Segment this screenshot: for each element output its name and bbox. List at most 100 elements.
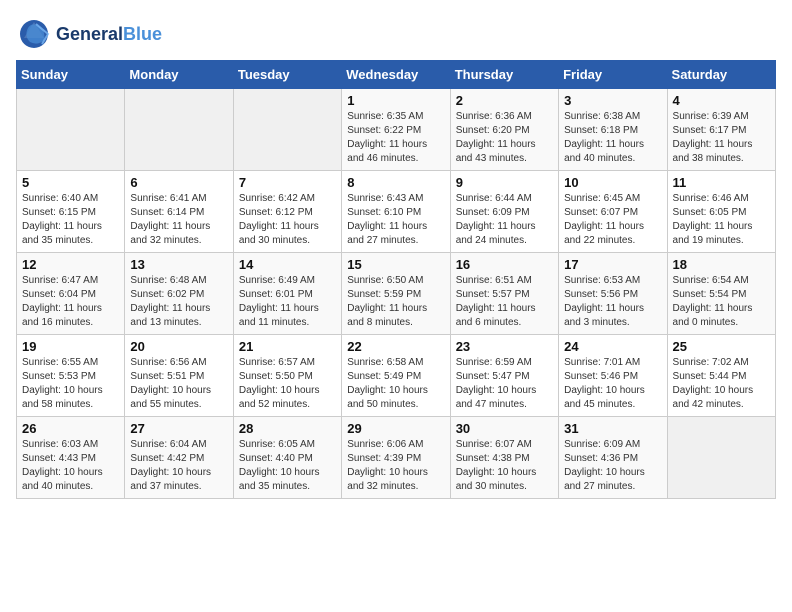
calendar-cell: 14Sunrise: 6:49 AM Sunset: 6:01 PM Dayli… — [233, 253, 341, 335]
weekday-header-row: SundayMondayTuesdayWednesdayThursdayFrid… — [17, 61, 776, 89]
day-number: 5 — [22, 175, 119, 190]
day-info: Sunrise: 6:42 AM Sunset: 6:12 PM Dayligh… — [239, 192, 336, 248]
day-number: 8 — [347, 175, 444, 190]
calendar-cell: 3 Sunrise: 6:38 AM Sunset: 6:18 PM Daylig… — [559, 89, 667, 171]
day-info: Sunrise: 6:03 AM Sunset: 4:43 PM Dayligh… — [22, 438, 119, 494]
day-info: Sunrise: 6:46 AM Sunset: 6:05 PM Dayligh… — [673, 192, 770, 248]
day-number: 22 — [347, 339, 444, 354]
day-info: Sunrise: 6:54 AM Sunset: 5:54 PM Dayligh… — [673, 274, 770, 330]
calendar-cell: 10Sunrise: 6:45 AM Sunset: 6:07 PM Dayli… — [559, 171, 667, 253]
day-info: Sunrise: 6:38 AM Sunset: 6:18 PM Dayligh… — [564, 110, 661, 166]
calendar-cell: 16 Sunrise: 6:51 AM Sunset: 5:57 PM Dayli… — [450, 253, 558, 335]
day-info: Sunrise: 6:07 AM Sunset: 4:38 PM Dayligh… — [456, 438, 553, 494]
day-number: 19 — [22, 339, 119, 354]
day-info: Sunrise: 6:44 AM Sunset: 6:09 PM Dayligh… — [456, 192, 553, 248]
calendar-cell: 18 Sunrise: 6:54 AM Sunset: 5:54 PM Dayli… — [667, 253, 775, 335]
calendar-week-row: 1Sunrise: 6:35 AM Sunset: 6:22 PM Daylig… — [17, 89, 776, 171]
calendar-cell: 27Sunrise: 6:04 AM Sunset: 4:42 PM Dayli… — [125, 417, 233, 499]
day-info: Sunrise: 6:09 AM Sunset: 4:36 PM Dayligh… — [564, 438, 661, 494]
day-number: 6 — [130, 175, 227, 190]
calendar-cell: 20 Sunrise: 6:56 AM Sunset: 5:51 PM Dayli… — [125, 335, 233, 417]
calendar-cell — [17, 89, 125, 171]
day-info: Sunrise: 6:53 AM Sunset: 5:56 PM Dayligh… — [564, 274, 661, 330]
calendar-cell: 29Sunrise: 6:06 AM Sunset: 4:39 PM Dayli… — [342, 417, 450, 499]
calendar-cell: 6 Sunrise: 6:41 AM Sunset: 6:14 PM Daylig… — [125, 171, 233, 253]
day-number: 10 — [564, 175, 661, 190]
logo-name: GeneralBlue — [56, 24, 162, 45]
day-info: Sunrise: 6:43 AM Sunset: 6:10 PM Dayligh… — [347, 192, 444, 248]
day-number: 26 — [22, 421, 119, 436]
day-number: 9 — [456, 175, 553, 190]
day-info: Sunrise: 6:56 AM Sunset: 5:51 PM Dayligh… — [130, 356, 227, 412]
day-info: Sunrise: 6:35 AM Sunset: 6:22 PM Dayligh… — [347, 110, 444, 166]
weekday-header-saturday: Saturday — [667, 61, 775, 89]
calendar-cell: 12Sunrise: 6:47 AM Sunset: 6:04 PM Dayli… — [17, 253, 125, 335]
calendar-cell: 4Sunrise: 6:39 AM Sunset: 6:17 PM Daylig… — [667, 89, 775, 171]
day-info: Sunrise: 7:01 AM Sunset: 5:46 PM Dayligh… — [564, 356, 661, 412]
day-number: 17 — [564, 257, 661, 272]
day-info: Sunrise: 6:36 AM Sunset: 6:20 PM Dayligh… — [456, 110, 553, 166]
day-number: 20 — [130, 339, 227, 354]
calendar-cell: 28 Sunrise: 6:05 AM Sunset: 4:40 PM Dayli… — [233, 417, 341, 499]
calendar-cell: 25Sunrise: 7:02 AM Sunset: 5:44 PM Dayli… — [667, 335, 775, 417]
weekday-header-wednesday: Wednesday — [342, 61, 450, 89]
day-info: Sunrise: 6:51 AM Sunset: 5:57 PM Dayligh… — [456, 274, 553, 330]
day-info: Sunrise: 6:41 AM Sunset: 6:14 PM Dayligh… — [130, 192, 227, 248]
day-number: 14 — [239, 257, 336, 272]
calendar-cell — [667, 417, 775, 499]
calendar-cell: 1Sunrise: 6:35 AM Sunset: 6:22 PM Daylig… — [342, 89, 450, 171]
day-number: 28 — [239, 421, 336, 436]
day-number: 7 — [239, 175, 336, 190]
calendar-cell: 17 Sunrise: 6:53 AM Sunset: 5:56 PM Dayli… — [559, 253, 667, 335]
calendar-cell: 30 Sunrise: 6:07 AM Sunset: 4:38 PM Dayli… — [450, 417, 558, 499]
day-number: 2 — [456, 93, 553, 108]
weekday-header-sunday: Sunday — [17, 61, 125, 89]
day-info: Sunrise: 6:50 AM Sunset: 5:59 PM Dayligh… — [347, 274, 444, 330]
day-number: 30 — [456, 421, 553, 436]
page-header: GeneralBlue — [16, 16, 776, 52]
day-number: 18 — [673, 257, 770, 272]
calendar-cell: 13 Sunrise: 6:48 AM Sunset: 6:02 PM Dayli… — [125, 253, 233, 335]
day-number: 15 — [347, 257, 444, 272]
day-info: Sunrise: 6:47 AM Sunset: 6:04 PM Dayligh… — [22, 274, 119, 330]
calendar-cell: 22 Sunrise: 6:58 AM Sunset: 5:49 PM Dayli… — [342, 335, 450, 417]
calendar-cell: 15 Sunrise: 6:50 AM Sunset: 5:59 PM Dayli… — [342, 253, 450, 335]
day-number: 16 — [456, 257, 553, 272]
calendar-cell: 9 Sunrise: 6:44 AM Sunset: 6:09 PM Daylig… — [450, 171, 558, 253]
calendar-cell: 7 Sunrise: 6:42 AM Sunset: 6:12 PM Daylig… — [233, 171, 341, 253]
day-number: 13 — [130, 257, 227, 272]
calendar-cell: 24 Sunrise: 7:01 AM Sunset: 5:46 PM Dayli… — [559, 335, 667, 417]
calendar-cell: 8 Sunrise: 6:43 AM Sunset: 6:10 PM Daylig… — [342, 171, 450, 253]
logo: GeneralBlue — [16, 16, 162, 52]
logo-icon — [16, 16, 52, 52]
calendar-week-row: 5 Sunrise: 6:40 AM Sunset: 6:15 PM Daylig… — [17, 171, 776, 253]
day-info: Sunrise: 6:05 AM Sunset: 4:40 PM Dayligh… — [239, 438, 336, 494]
calendar-week-row: 26 Sunrise: 6:03 AM Sunset: 4:43 PM Dayli… — [17, 417, 776, 499]
day-number: 23 — [456, 339, 553, 354]
day-info: Sunrise: 6:04 AM Sunset: 4:42 PM Dayligh… — [130, 438, 227, 494]
day-info: Sunrise: 6:58 AM Sunset: 5:49 PM Dayligh… — [347, 356, 444, 412]
day-number: 31 — [564, 421, 661, 436]
day-number: 25 — [673, 339, 770, 354]
weekday-header-thursday: Thursday — [450, 61, 558, 89]
calendar-cell: 23 Sunrise: 6:59 AM Sunset: 5:47 PM Dayli… — [450, 335, 558, 417]
calendar-cell: 19 Sunrise: 6:55 AM Sunset: 5:53 PM Dayli… — [17, 335, 125, 417]
calendar-week-row: 12Sunrise: 6:47 AM Sunset: 6:04 PM Dayli… — [17, 253, 776, 335]
calendar-cell: 5 Sunrise: 6:40 AM Sunset: 6:15 PM Daylig… — [17, 171, 125, 253]
day-info: Sunrise: 6:06 AM Sunset: 4:39 PM Dayligh… — [347, 438, 444, 494]
calendar-table: SundayMondayTuesdayWednesdayThursdayFrid… — [16, 60, 776, 499]
weekday-header-tuesday: Tuesday — [233, 61, 341, 89]
day-number: 11 — [673, 175, 770, 190]
day-number: 24 — [564, 339, 661, 354]
day-info: Sunrise: 6:48 AM Sunset: 6:02 PM Dayligh… — [130, 274, 227, 330]
weekday-header-friday: Friday — [559, 61, 667, 89]
day-info: Sunrise: 6:59 AM Sunset: 5:47 PM Dayligh… — [456, 356, 553, 412]
day-number: 21 — [239, 339, 336, 354]
calendar-cell: 11 Sunrise: 6:46 AM Sunset: 6:05 PM Dayli… — [667, 171, 775, 253]
calendar-cell: 26 Sunrise: 6:03 AM Sunset: 4:43 PM Dayli… — [17, 417, 125, 499]
day-number: 3 — [564, 93, 661, 108]
calendar-cell: 21Sunrise: 6:57 AM Sunset: 5:50 PM Dayli… — [233, 335, 341, 417]
calendar-cell — [233, 89, 341, 171]
day-info: Sunrise: 6:40 AM Sunset: 6:15 PM Dayligh… — [22, 192, 119, 248]
day-info: Sunrise: 6:55 AM Sunset: 5:53 PM Dayligh… — [22, 356, 119, 412]
